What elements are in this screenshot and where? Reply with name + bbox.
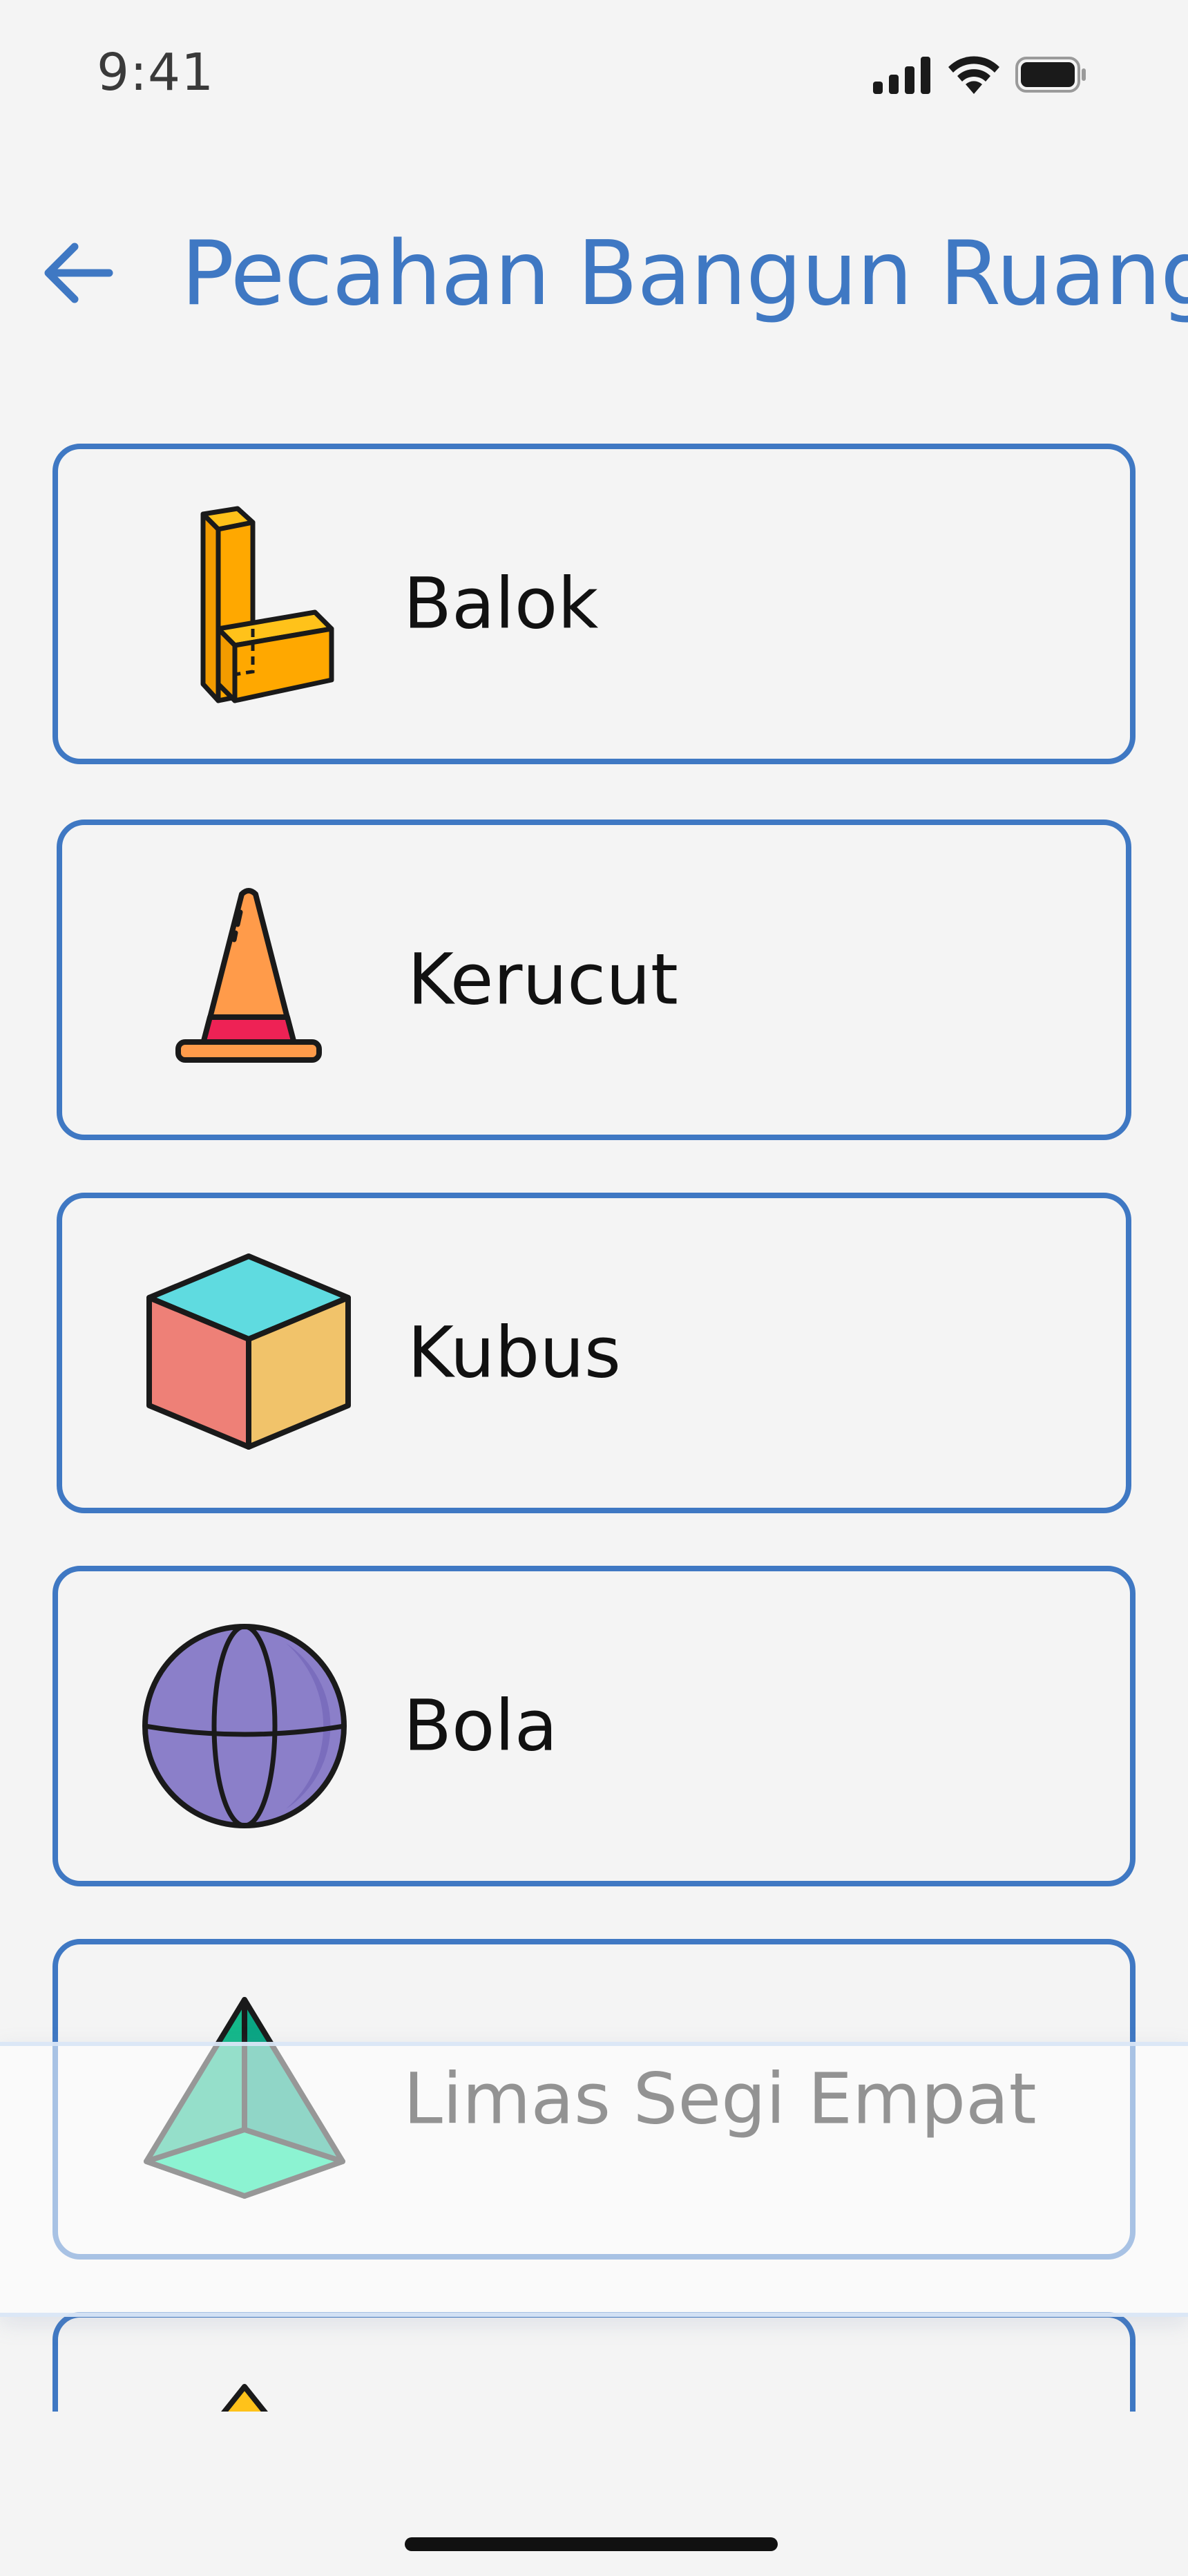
shape-label: Limas Segi Empat: [403, 2058, 1037, 2141]
cuboid-blocks-icon: [134, 493, 355, 714]
square-pyramid-icon: [134, 1989, 355, 2210]
battery-icon: [1015, 57, 1086, 93]
shape-card-kerucut[interactable]: Kerucut: [57, 820, 1131, 1140]
shape-card-bola[interactable]: Bola: [52, 1566, 1136, 1886]
shape-card-next[interactable]: [52, 2312, 1136, 2412]
arrow-left-icon: [44, 243, 113, 303]
home-indicator[interactable]: [405, 2537, 778, 2551]
status-icons: [873, 54, 1087, 95]
shape-label: Balok: [403, 562, 599, 645]
partially-visible-shape-icon: [134, 2345, 355, 2412]
cellular-signal-icon: [873, 57, 930, 94]
shape-card-balok[interactable]: Balok: [52, 444, 1136, 764]
app-screen: 9:41 Pecahan Bangun Ruang Balok Kerucut …: [0, 0, 1188, 2576]
back-button[interactable]: [33, 228, 123, 318]
sphere-icon: [134, 1616, 355, 1837]
traffic-cone-icon: [138, 869, 359, 1090]
page-title: Pecahan Bangun Ruang: [181, 222, 1188, 325]
shape-label: Bola: [403, 1685, 558, 1768]
wifi-icon: [948, 56, 999, 94]
shape-label: Kerucut: [408, 938, 678, 1021]
status-time: 9:41: [97, 43, 215, 102]
shape-card-limas-segi-empat[interactable]: Limas Segi Empat: [52, 1939, 1136, 2260]
shape-label: Kubus: [408, 1311, 621, 1394]
shape-list[interactable]: Balok Kerucut Kubus Bola Limas Segi Empa…: [0, 442, 1188, 2412]
shape-card-kubus[interactable]: Kubus: [57, 1193, 1131, 1513]
cube-icon: [138, 1242, 359, 1464]
